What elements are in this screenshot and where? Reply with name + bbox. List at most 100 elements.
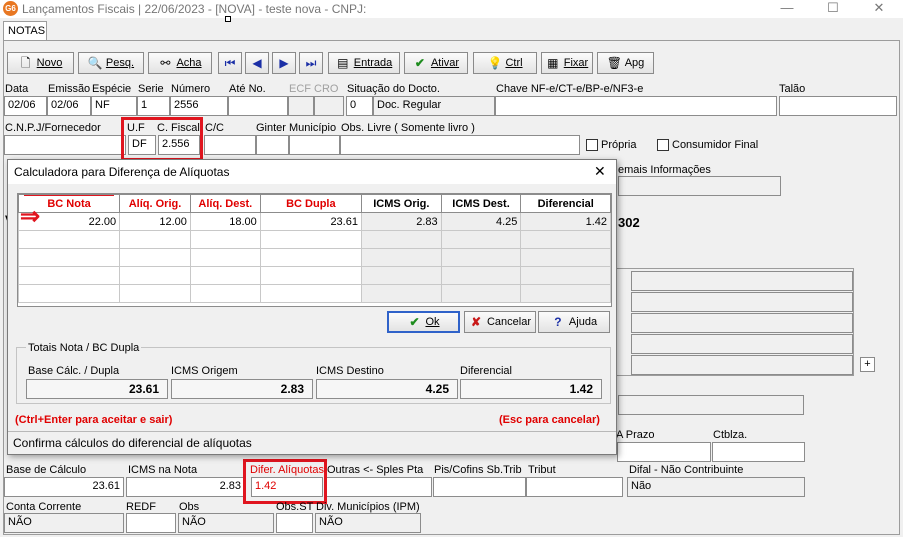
novo-button[interactable]: 🗋 Novo xyxy=(7,52,74,74)
ativar-button[interactable]: ✔ Ativar xyxy=(404,52,468,74)
maximize-button[interactable]: ☐ xyxy=(818,0,848,18)
a-prazo-field[interactable] xyxy=(617,442,711,462)
cell[interactable] xyxy=(189,266,261,285)
cell[interactable] xyxy=(259,230,362,249)
cell[interactable] xyxy=(189,230,261,249)
new-doc-icon: 🗋 xyxy=(20,56,31,70)
cc-field[interactable] xyxy=(204,135,256,155)
label-obs-livre: Obs. Livre ( Somente livro ) xyxy=(341,122,475,134)
data-field[interactable]: 02/06 xyxy=(4,96,47,116)
cell[interactable] xyxy=(259,266,362,285)
label-ate-no: Até No. xyxy=(229,83,266,95)
cell[interactable] xyxy=(189,248,261,267)
cell[interactable] xyxy=(17,248,121,267)
help-icon: ? xyxy=(554,315,562,329)
cell[interactable] xyxy=(119,266,191,285)
calculator-dialog: Calculadora para Diferença de Alíquotas … xyxy=(7,159,617,455)
table-row[interactable] xyxy=(17,266,611,285)
total-diferencial-value: 1.42 xyxy=(460,379,602,399)
tributo-field[interactable] xyxy=(526,477,623,497)
especie-field[interactable]: NF xyxy=(91,96,137,116)
label-conta-corrente: Conta Corrente xyxy=(6,501,82,513)
table-row[interactable]: 22.00 12.00 18.00 23.61 2.83 4.25 1.42 xyxy=(17,212,611,231)
cell xyxy=(440,230,522,249)
ctblza-field[interactable] xyxy=(712,442,805,462)
obs-field[interactable]: NÃO xyxy=(178,513,274,533)
first-record-button[interactable]: ⏮ xyxy=(218,52,242,74)
ok-button[interactable]: ✔ Ok xyxy=(387,311,460,333)
last-record-button[interactable]: ⏭ xyxy=(299,52,323,74)
table-row[interactable] xyxy=(17,284,611,303)
totals-title: Totais Nota / BC Dupla xyxy=(26,342,142,354)
piscofins-field[interactable] xyxy=(433,477,526,497)
serie-field[interactable]: 1 xyxy=(137,96,170,116)
difal-field[interactable]: Não xyxy=(627,477,805,497)
cell-aliq-dest[interactable]: 18.00 xyxy=(189,212,261,231)
ctrl-button[interactable]: 💡 Ctrl xyxy=(473,52,537,74)
table-row[interactable] xyxy=(17,248,611,267)
icms-nota-field[interactable]: 2.83 xyxy=(126,477,245,497)
next-record-button[interactable]: ▶ xyxy=(272,52,296,74)
apg-button[interactable]: 🗑 Apg xyxy=(597,52,654,74)
tab-notas[interactable]: NOTAS xyxy=(3,21,47,40)
prev-icon: ◀ xyxy=(252,56,262,70)
ecf-field xyxy=(288,96,314,116)
col-icms-dest: ICMS Dest. xyxy=(440,194,522,213)
grid-row xyxy=(631,271,853,291)
ate-no-field[interactable] xyxy=(228,96,288,116)
numero-field[interactable]: 2556 xyxy=(170,96,228,116)
cell[interactable] xyxy=(17,266,121,285)
cell-aliq-orig[interactable]: 12.00 xyxy=(119,212,191,231)
chave-field[interactable] xyxy=(495,96,777,116)
propria-checkbox[interactable] xyxy=(586,139,598,151)
ginter-field[interactable] xyxy=(256,135,289,155)
acha-button[interactable]: ⚯ Acha xyxy=(148,52,212,74)
dialog-close-button[interactable]: ✕ xyxy=(594,163,606,180)
cell[interactable] xyxy=(119,230,191,249)
conta-corrente-field[interactable]: NÃO xyxy=(4,513,124,533)
close-button[interactable]: ✕ xyxy=(864,0,894,18)
emissao-field[interactable]: 02/06 xyxy=(47,96,91,116)
cell[interactable] xyxy=(119,248,191,267)
minimize-button[interactable]: — xyxy=(772,0,802,18)
trash-icon: 🗑 xyxy=(606,56,622,70)
cell[interactable] xyxy=(17,230,121,249)
bg-field xyxy=(618,395,804,415)
label-base-calculo: Base de Cálculo xyxy=(6,464,87,476)
cell[interactable] xyxy=(17,284,121,303)
cancelar-button[interactable]: ✘ Cancelar xyxy=(464,311,536,333)
situacao-code-field[interactable]: 0 xyxy=(346,96,373,116)
outras-field[interactable] xyxy=(326,477,432,497)
label-serie: Serie xyxy=(138,83,164,95)
col-aliq-dest: Alíq. Dest. xyxy=(189,194,261,213)
cell[interactable] xyxy=(119,284,191,303)
fixar-button[interactable]: ▦ Fixar xyxy=(541,52,593,74)
cell[interactable] xyxy=(259,284,362,303)
search-doc-icon: 🔍 xyxy=(87,56,103,70)
grid-row xyxy=(631,334,853,354)
ajuda-button[interactable]: ? Ajuda xyxy=(538,311,610,333)
redf-field[interactable] xyxy=(126,513,176,533)
label-outras: Outras <- Sples Pta xyxy=(327,464,424,476)
table-row[interactable] xyxy=(17,230,611,249)
pesq-button[interactable]: 🔍 Pesq. xyxy=(78,52,144,74)
municipio-field[interactable] xyxy=(289,135,340,155)
label-consumidor: Consumidor Final xyxy=(672,139,759,151)
obs-livre-field[interactable] xyxy=(340,135,580,155)
base-calculo-field[interactable]: 23.61 xyxy=(4,477,124,497)
label-redf: REDF xyxy=(126,501,156,513)
cell-bc-dupla[interactable]: 23.61 xyxy=(259,212,362,231)
highlight-difer xyxy=(243,459,327,504)
div-municipios-field[interactable]: NÃO xyxy=(315,513,421,533)
prev-record-button[interactable]: ◀ xyxy=(245,52,269,74)
entrada-button[interactable]: ▤ Entrada xyxy=(328,52,400,74)
label-ctblza: Ctblza. xyxy=(713,429,748,441)
cell[interactable] xyxy=(189,284,261,303)
obs-st-field[interactable] xyxy=(276,513,313,533)
consumidor-checkbox[interactable] xyxy=(657,139,669,151)
cnpj-field[interactable] xyxy=(4,135,126,155)
cell[interactable] xyxy=(259,248,362,267)
cell xyxy=(440,248,522,267)
add-button[interactable]: + xyxy=(860,357,875,372)
talao-field[interactable] xyxy=(779,96,897,116)
